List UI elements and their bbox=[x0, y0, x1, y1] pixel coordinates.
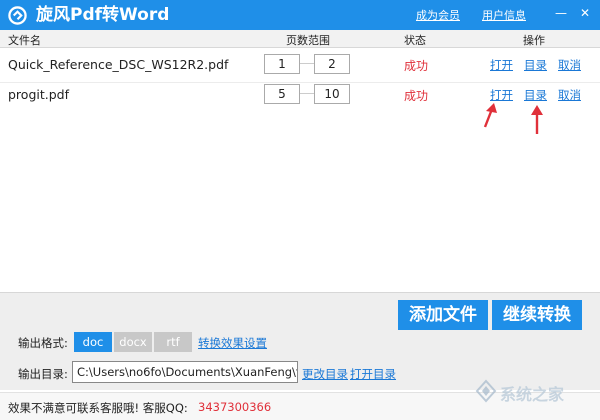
continue-convert-button[interactable]: 继续转换 bbox=[492, 300, 582, 330]
minimize-icon[interactable]: — bbox=[553, 5, 569, 21]
file-name: progit.pdf bbox=[8, 87, 69, 102]
open-link[interactable]: 打开 bbox=[490, 87, 513, 103]
open-dir-link[interactable]: 打开目录 bbox=[350, 366, 396, 382]
col-status: 状态 bbox=[404, 34, 426, 47]
open-link[interactable]: 打开 bbox=[490, 57, 513, 73]
page-to-input[interactable]: 10 bbox=[314, 84, 350, 104]
col-page-range: 页数范围 bbox=[286, 34, 330, 47]
output-dir-input[interactable]: C:\Users\no6fo\Documents\XuanFeng\fi bbox=[72, 361, 298, 383]
annotation-arrow-icon bbox=[483, 103, 497, 128]
page-from-input[interactable]: 5 bbox=[264, 84, 300, 104]
catalog-link[interactable]: 目录 bbox=[524, 87, 547, 103]
support-qq: 3437300366 bbox=[198, 400, 272, 414]
title-bar: 旋风Pdf转Word 成为会员 用户信息 — ✕ bbox=[0, 0, 600, 30]
format-docx-button[interactable]: docx bbox=[114, 332, 152, 352]
support-text: 效果不满意可联系客服哦! 客服QQ: bbox=[8, 401, 188, 415]
change-dir-link[interactable]: 更改目录 bbox=[302, 366, 348, 382]
range-separator bbox=[300, 63, 314, 64]
format-rtf-button[interactable]: rtf bbox=[154, 332, 192, 352]
cancel-link[interactable]: 取消 bbox=[558, 87, 581, 103]
page-to-input[interactable]: 2 bbox=[314, 54, 350, 74]
add-file-button[interactable]: 添加文件 bbox=[398, 300, 488, 330]
annotation-arrow-icon bbox=[531, 105, 543, 134]
table-row: Quick_Reference_DSC_WS12R2.pdf 1 2 成功 打开… bbox=[0, 48, 600, 82]
output-format-label: 输出格式: bbox=[18, 336, 68, 350]
output-dir-label: 输出目录: bbox=[18, 367, 68, 381]
status-text: 成功 bbox=[404, 59, 429, 73]
col-actions: 操作 bbox=[523, 34, 545, 47]
conversion-settings-link[interactable]: 转换效果设置 bbox=[198, 335, 267, 351]
catalog-link[interactable]: 目录 bbox=[524, 57, 547, 73]
file-table-header: 文件名 页数范围 状态 操作 bbox=[0, 30, 600, 48]
watermark-logo-icon bbox=[475, 379, 497, 403]
become-member-link[interactable]: 成为会员 bbox=[416, 9, 460, 23]
site-watermark: 系统之家 bbox=[470, 373, 598, 419]
watermark-text: 系统之家 bbox=[500, 385, 565, 404]
page-from-input[interactable]: 1 bbox=[264, 54, 300, 74]
cancel-link[interactable]: 取消 bbox=[558, 57, 581, 73]
file-name: Quick_Reference_DSC_WS12R2.pdf bbox=[8, 57, 229, 72]
col-filename: 文件名 bbox=[8, 34, 41, 47]
app-title: 旋风Pdf转Word bbox=[36, 5, 170, 25]
close-icon[interactable]: ✕ bbox=[577, 5, 593, 21]
app-logo-icon bbox=[8, 6, 27, 25]
user-info-link[interactable]: 用户信息 bbox=[482, 9, 526, 23]
status-text: 成功 bbox=[404, 89, 429, 103]
format-doc-button[interactable]: doc bbox=[74, 332, 112, 352]
range-separator bbox=[300, 93, 314, 94]
table-row: progit.pdf 5 10 成功 打开 目录 取消 bbox=[0, 78, 600, 112]
